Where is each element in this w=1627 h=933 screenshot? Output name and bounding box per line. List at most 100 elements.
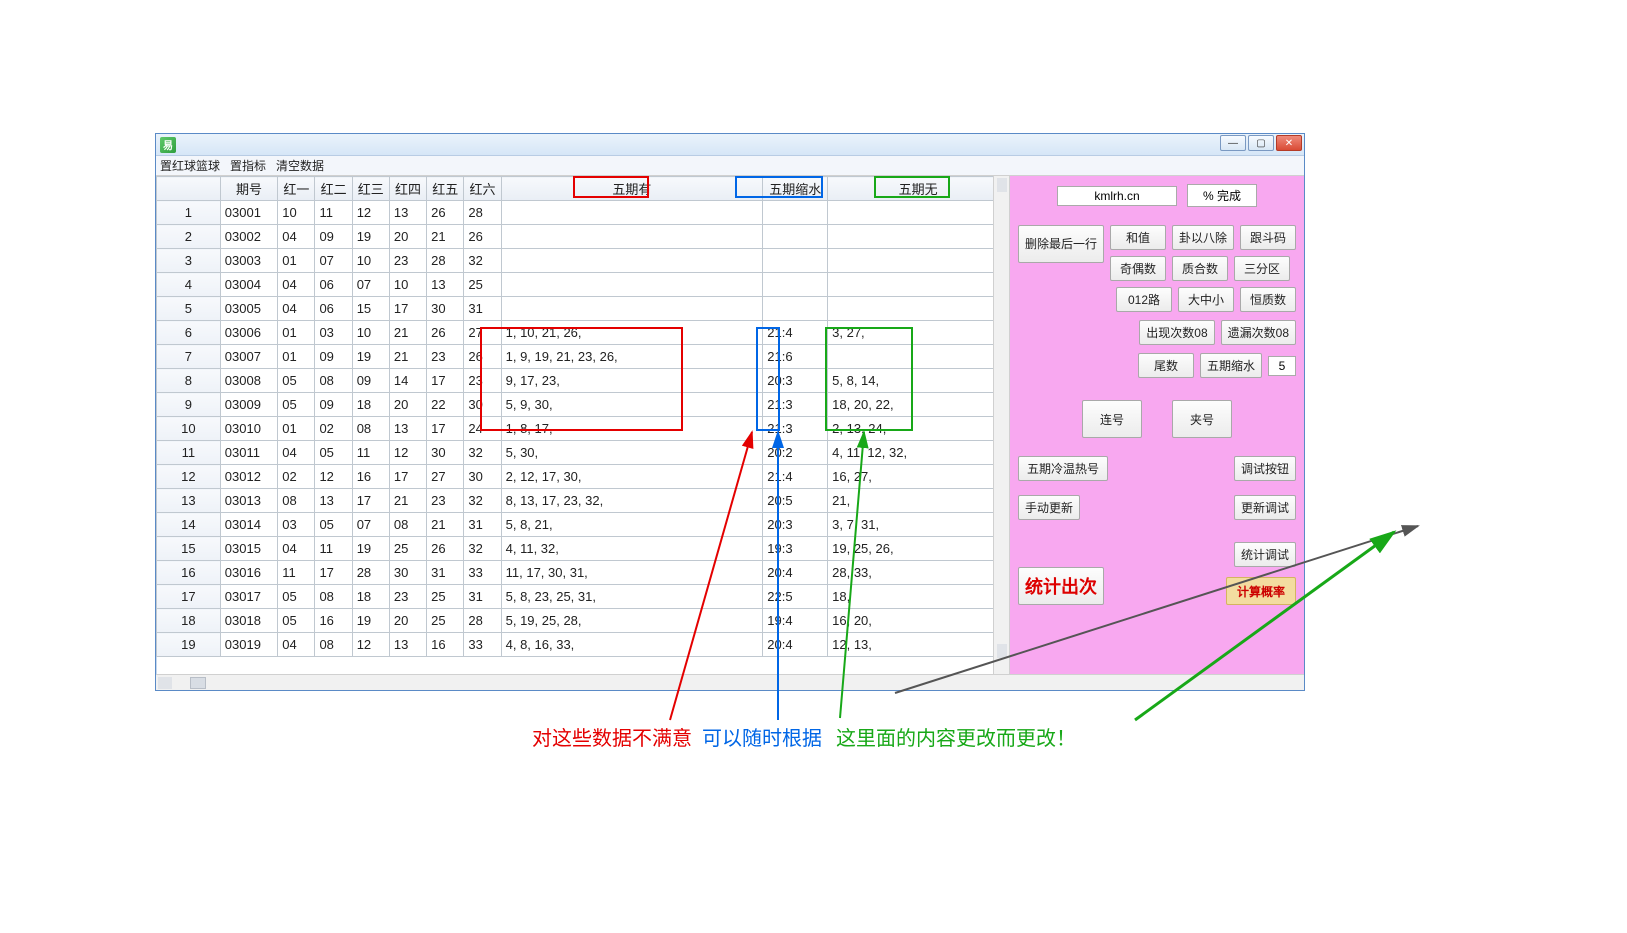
zhihe-button[interactable]: 质合数 — [1172, 256, 1228, 281]
wuqiwu-cell — [828, 345, 1009, 369]
delete-last-row-button[interactable]: 删除最后一行 — [1018, 225, 1104, 263]
red-cell: 13 — [389, 633, 426, 657]
red-cell: 07 — [352, 273, 389, 297]
gendouma-button[interactable]: 跟斗码 — [1240, 225, 1296, 250]
red-cell: 31 — [427, 561, 464, 585]
shoudong-button[interactable]: 手动更新 — [1018, 495, 1080, 520]
table-row[interactable]: 18030180516192025285, 19, 25, 28,19:416,… — [157, 609, 1009, 633]
table-row[interactable]: 503005040615173031 — [157, 297, 1009, 321]
table-row[interactable]: 11030110405111230325, 30,20:24, 11, 12, … — [157, 441, 1009, 465]
col-wuqisuoshui[interactable]: 五期缩水 — [763, 177, 828, 201]
table-row[interactable]: 9030090509182022305, 9, 30,21:318, 20, 2… — [157, 393, 1009, 417]
maximize-button[interactable]: ▢ — [1248, 135, 1274, 151]
table-row[interactable]: 403004040607101325 — [157, 273, 1009, 297]
chuxian-button[interactable]: 出现次数08 — [1139, 320, 1214, 345]
table-row[interactable]: 7030070109192123261, 9, 19, 21, 23, 26,2… — [157, 345, 1009, 369]
menu-set-index[interactable]: 置指标 — [230, 157, 266, 174]
table-row[interactable]: 19030190408121316334, 8, 16, 33,20:412, … — [157, 633, 1009, 657]
table-row[interactable]: 17030170508182325315, 8, 23, 25, 31,22:5… — [157, 585, 1009, 609]
red-cell: 20 — [389, 393, 426, 417]
red-cell: 03 — [315, 321, 352, 345]
tongji-chuci-button[interactable]: 统计出次 — [1018, 567, 1104, 605]
table-row[interactable]: 14030140305070821315, 8, 21,20:33, 7, 31… — [157, 513, 1009, 537]
table-row[interactable]: 10030100102081317241, 8, 17,21:32, 13, 2… — [157, 417, 1009, 441]
qihao-cell: 03014 — [220, 513, 277, 537]
red-cell: 18 — [352, 585, 389, 609]
red-cell: 05 — [278, 609, 315, 633]
titlebar[interactable]: 易 — ▢ ✕ — [156, 134, 1304, 156]
red-cell: 20 — [389, 225, 426, 249]
red-cell: 08 — [315, 633, 352, 657]
table-row[interactable]: 160301611172830313311, 17, 30, 31,20:428… — [157, 561, 1009, 585]
lu012-button[interactable]: 012路 — [1116, 287, 1172, 312]
sanfenqu-button[interactable]: 三分区 — [1234, 256, 1290, 281]
red-cell: 13 — [389, 417, 426, 441]
red-cell: 33 — [464, 561, 501, 585]
wuqiyou-cell — [501, 273, 763, 297]
rownum-cell: 9 — [157, 393, 221, 417]
side-panel: kmlrh.cn % 完成 删除最后一行 和值 卦以八除 跟斗码 奇偶数 质合数… — [1010, 176, 1304, 674]
wuqisuoshui-cell: 21:3 — [763, 417, 828, 441]
menu-clear-data[interactable]: 清空数据 — [276, 157, 324, 174]
col-r6[interactable]: 红六 — [464, 177, 501, 201]
col-r4[interactable]: 红四 — [389, 177, 426, 201]
table-row[interactable]: 6030060103102126271, 10, 21, 26,21:43, 2… — [157, 321, 1009, 345]
hezhi-button[interactable]: 和值 — [1110, 225, 1166, 250]
jisuan-gailv-button[interactable]: 计算概率 — [1226, 577, 1296, 605]
qihao-cell: 03015 — [220, 537, 277, 561]
col-r1[interactable]: 红一 — [278, 177, 315, 201]
minimize-button[interactable]: — — [1220, 135, 1246, 151]
red-cell: 28 — [464, 609, 501, 633]
weishu-button[interactable]: 尾数 — [1138, 353, 1194, 378]
gengxin-tiaoshi-button[interactable]: 更新调试 — [1234, 495, 1296, 520]
app-icon: 易 — [160, 137, 176, 153]
col-r5[interactable]: 红五 — [427, 177, 464, 201]
rownum-cell: 18 — [157, 609, 221, 633]
tongji-tiaoshi-button[interactable]: 统计调试 — [1234, 542, 1296, 567]
rownum-cell: 1 — [157, 201, 221, 225]
close-button[interactable]: ✕ — [1276, 135, 1302, 151]
site-field[interactable]: kmlrh.cn — [1057, 186, 1177, 206]
col-r2[interactable]: 红二 — [315, 177, 352, 201]
col-qihao[interactable]: 期号 — [220, 177, 277, 201]
lengwenre-button[interactable]: 五期冷温热号 — [1018, 456, 1108, 481]
red-cell: 06 — [315, 297, 352, 321]
suoshui-value-input[interactable]: 5 — [1268, 356, 1296, 376]
data-grid[interactable]: 期号 红一 红二 红三 红四 红五 红六 五期有 五期缩水 五期无 103001… — [156, 176, 1010, 674]
table-row[interactable]: 12030120212161727302, 12, 17, 30,21:416,… — [157, 465, 1009, 489]
red-cell: 23 — [464, 369, 501, 393]
wuqiwu-cell: 16, 20, — [828, 609, 1009, 633]
red-cell: 26 — [427, 321, 464, 345]
col-r3[interactable]: 红三 — [352, 177, 389, 201]
annotation-green: 这里面的内容更改而更改！ — [836, 722, 1076, 751]
yilou-button[interactable]: 遗漏次数08 — [1221, 320, 1296, 345]
col-wuqiyou[interactable]: 五期有 — [501, 177, 763, 201]
red-cell: 15 — [352, 297, 389, 321]
red-cell: 23 — [427, 489, 464, 513]
wuqisuoshui-button[interactable]: 五期缩水 — [1200, 353, 1262, 378]
red-cell: 32 — [464, 537, 501, 561]
qiou-button[interactable]: 奇偶数 — [1110, 256, 1166, 281]
red-cell: 27 — [427, 465, 464, 489]
red-cell: 16 — [315, 609, 352, 633]
jiahao-button[interactable]: 夹号 — [1172, 400, 1232, 438]
table-row[interactable]: 203002040919202126 — [157, 225, 1009, 249]
tiaoshi-button[interactable]: 调试按钮 — [1234, 456, 1296, 481]
guayibachu-button[interactable]: 卦以八除 — [1172, 225, 1234, 250]
table-row[interactable]: 13030130813172123328, 13, 17, 23, 32,20:… — [157, 489, 1009, 513]
dazhongxiao-button[interactable]: 大中小 — [1178, 287, 1234, 312]
red-cell: 32 — [464, 441, 501, 465]
hengzhi-button[interactable]: 恒质数 — [1240, 287, 1296, 312]
lianhao-button[interactable]: 连号 — [1082, 400, 1142, 438]
wuqiyou-cell: 5, 30, — [501, 441, 763, 465]
col-wuqiwu[interactable]: 五期无 — [828, 177, 1009, 201]
wuqisuoshui-cell: 19:4 — [763, 609, 828, 633]
menu-set-balls[interactable]: 置红球篮球 — [160, 157, 220, 174]
wuqiwu-cell: 3, 7, 31, — [828, 513, 1009, 537]
table-row[interactable]: 103001101112132628 — [157, 201, 1009, 225]
vertical-scrollbar[interactable] — [993, 176, 1009, 674]
table-row[interactable]: 8030080508091417239, 17, 23,20:35, 8, 14… — [157, 369, 1009, 393]
horizontal-scrollbar[interactable] — [156, 674, 1304, 690]
table-row[interactable]: 15030150411192526324, 11, 32,19:319, 25,… — [157, 537, 1009, 561]
table-row[interactable]: 303003010710232832 — [157, 249, 1009, 273]
